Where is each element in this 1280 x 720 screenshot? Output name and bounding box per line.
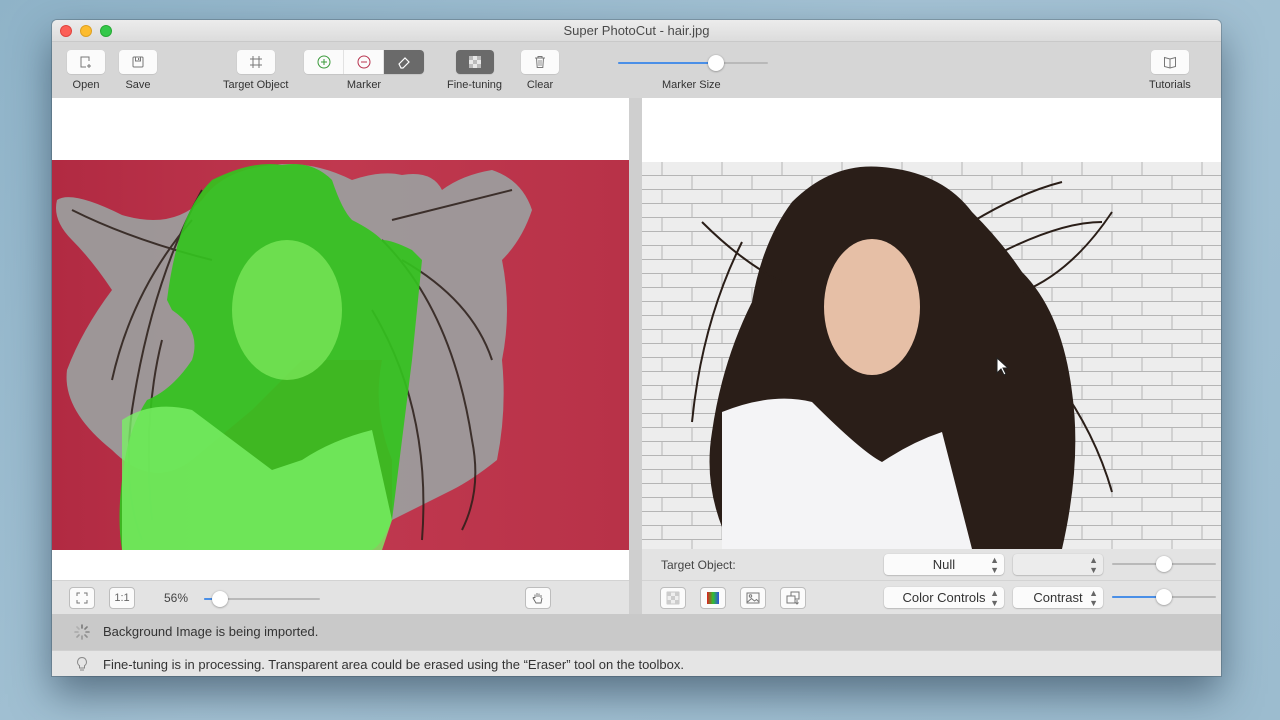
app-window: Super PhotoCut - hair.jpg Open Save Targ… — [52, 20, 1221, 676]
import-picture-icon — [786, 591, 800, 605]
clear-tool[interactable]: Clear — [521, 50, 559, 91]
open-tool[interactable]: Open — [67, 50, 105, 91]
hint-text: Fine-tuning is in processing. Transparen… — [103, 657, 685, 672]
clear-button[interactable] — [521, 50, 559, 74]
target-object-button[interactable] — [236, 50, 275, 74]
zoom-window-button[interactable] — [100, 25, 112, 37]
image-bg-button[interactable] — [740, 587, 766, 609]
fine-tuning-button[interactable] — [455, 50, 494, 74]
target-object-tool[interactable]: Target Object — [223, 50, 288, 91]
target-object-value: Null — [932, 557, 956, 572]
marker-segmented-control — [304, 50, 424, 74]
open-file-icon — [80, 56, 91, 68]
save-button[interactable] — [119, 50, 157, 74]
save-disk-icon — [132, 56, 144, 68]
target-slider[interactable] — [1112, 556, 1216, 572]
mouse-cursor-icon — [996, 357, 1010, 376]
subject-face — [824, 239, 920, 375]
marker-label: Marker — [346, 79, 382, 91]
select-arrows-icon: ▲ ▼ — [990, 555, 999, 575]
add-marker-button[interactable] — [304, 50, 344, 74]
marker-size-fill — [618, 62, 716, 64]
window-title: Super PhotoCut - hair.jpg — [563, 23, 710, 38]
filter-bar: Color Controls ▲ ▼ Contrast ▲ ▼ — [642, 581, 1221, 614]
trash-icon — [535, 56, 545, 68]
face-highlight — [232, 240, 342, 380]
crop-frame-icon — [249, 56, 262, 68]
tutorials-label: Tutorials — [1149, 79, 1191, 91]
hint-bar: Fine-tuning is in processing. Transparen… — [52, 650, 1221, 676]
source-canvas[interactable] — [52, 98, 629, 580]
target-slider-knob[interactable] — [1156, 556, 1172, 572]
fine-tuning-label: Fine-tuning — [447, 79, 503, 91]
marker-size-label: Marker Size — [662, 79, 721, 91]
import-bg-button[interactable] — [780, 587, 806, 609]
transparent-bg-button[interactable] — [660, 587, 686, 609]
close-window-button[interactable] — [60, 25, 72, 37]
pan-hand-button[interactable] — [525, 587, 551, 609]
result-render — [642, 162, 1221, 549]
select-arrows-icon: ▲ ▼ — [990, 588, 999, 608]
filter-category-value: Color Controls — [902, 590, 986, 605]
marker-size-knob[interactable] — [707, 55, 724, 71]
target-object-bar: Target Object: Null ▲ ▼ ▲ ▼ — [642, 549, 1221, 581]
import-status-text: Background Image is being imported. — [103, 624, 319, 639]
plus-circle-icon — [317, 55, 330, 69]
fullscreen-icon — [76, 592, 88, 604]
lightbulb-icon — [77, 656, 87, 671]
tutorials-tool[interactable]: Tutorials — [1149, 50, 1191, 91]
open-label: Open — [72, 79, 100, 91]
picture-icon — [746, 592, 760, 604]
eraser-button[interactable] — [384, 50, 424, 74]
filter-slider-knob[interactable] — [1156, 589, 1172, 605]
target-object-label: Target Object — [223, 79, 289, 91]
eraser-icon — [398, 57, 410, 69]
color-bg-button[interactable] — [700, 587, 726, 609]
checkerboard-icon — [468, 56, 481, 68]
split-divider[interactable] — [629, 98, 642, 614]
import-status-bar: Background Image is being imported. — [52, 614, 1221, 650]
fit-to-window-button[interactable] — [69, 587, 95, 609]
spinner-icon — [74, 624, 90, 640]
target-object-select[interactable]: Null ▲ ▼ — [884, 554, 1004, 575]
title-bar: Super PhotoCut - hair.jpg — [52, 20, 1221, 42]
source-image[interactable] — [52, 160, 629, 550]
fine-tuning-tool[interactable]: Fine-tuning — [447, 50, 502, 91]
select-arrows-icon: ▲ ▼ — [1089, 555, 1098, 575]
source-view-controls: 1:1 56% — [52, 580, 629, 614]
result-image[interactable] — [642, 162, 1221, 549]
book-icon — [1163, 56, 1176, 69]
hand-icon — [532, 593, 543, 604]
target-detail-select[interactable]: ▲ ▼ — [1013, 554, 1103, 575]
open-button[interactable] — [67, 50, 105, 74]
minus-circle-icon — [357, 55, 370, 69]
tutorials-button[interactable] — [1150, 50, 1189, 74]
zoom-percent: 56% — [164, 591, 189, 605]
zoom-slider[interactable] — [204, 591, 320, 607]
marker-overlay — [56, 164, 532, 550]
filter-param-select[interactable]: Contrast ▲ ▼ — [1013, 587, 1103, 608]
minimize-window-button[interactable] — [80, 25, 92, 37]
actual-size-button[interactable]: 1:1 — [109, 587, 135, 609]
remove-marker-button[interactable] — [344, 50, 384, 74]
filter-value-slider[interactable] — [1112, 589, 1216, 605]
filter-param-value: Contrast — [1033, 590, 1083, 605]
color-spectrum-icon — [707, 592, 719, 604]
result-preview[interactable] — [642, 98, 1221, 549]
save-tool[interactable]: Save — [119, 50, 157, 91]
marker-size-slider[interactable] — [618, 55, 768, 71]
checkerboard-icon — [666, 591, 680, 605]
save-label: Save — [125, 79, 151, 91]
target-object-field-label: Target Object: — [661, 558, 736, 572]
zoom-knob[interactable] — [212, 591, 229, 607]
filter-category-select[interactable]: Color Controls ▲ ▼ — [884, 587, 1004, 608]
toolbar: Open Save Target Object Marker Fine-tuni… — [52, 42, 1221, 98]
marker-tool-group: Marker — [304, 50, 424, 91]
select-arrows-icon: ▲ ▼ — [1089, 588, 1098, 608]
clear-label: Clear — [526, 79, 554, 91]
